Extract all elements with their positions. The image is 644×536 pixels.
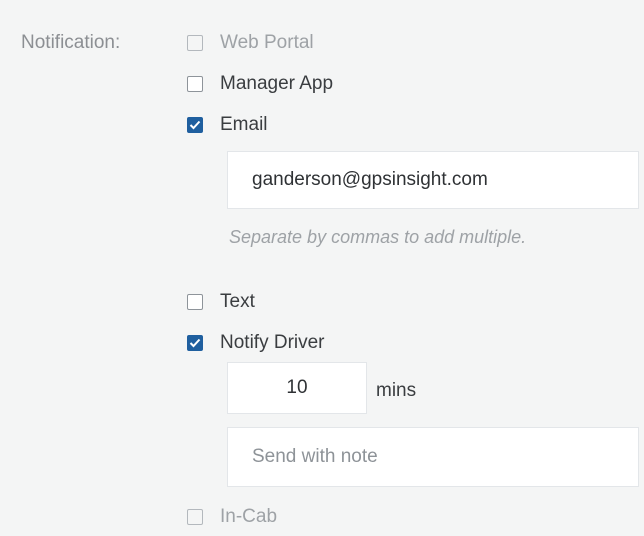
text-checkbox[interactable] xyxy=(187,294,203,310)
minutes-unit-label: mins xyxy=(376,380,417,401)
email-input-value: ganderson@gpsinsight.com xyxy=(252,169,488,190)
web-portal-checkbox[interactable] xyxy=(187,35,203,51)
option-email[interactable]: Email xyxy=(187,111,268,139)
manager-app-label: Manager App xyxy=(220,73,334,94)
minutes-input[interactable]: 10 xyxy=(227,362,367,414)
option-text[interactable]: Text xyxy=(187,288,255,316)
check-icon xyxy=(189,120,201,130)
email-helper-text: Separate by commas to add multiple. xyxy=(229,227,527,247)
in-cab-checkbox[interactable] xyxy=(187,509,203,525)
minutes-input-value: 10 xyxy=(286,377,308,398)
web-portal-label: Web Portal xyxy=(220,32,314,53)
option-manager-app[interactable]: Manager App xyxy=(187,70,333,98)
option-in-cab[interactable]: In-Cab xyxy=(187,503,277,531)
text-label: Text xyxy=(220,291,255,312)
manager-app-checkbox[interactable] xyxy=(187,76,203,92)
in-cab-label: In-Cab xyxy=(220,506,278,527)
email-checkbox[interactable] xyxy=(187,117,203,133)
email-input[interactable]: ganderson@gpsinsight.com xyxy=(227,151,639,209)
option-notify-driver[interactable]: Notify Driver xyxy=(187,329,325,357)
send-note-placeholder: Send with note xyxy=(252,446,378,467)
option-web-portal[interactable]: Web Portal xyxy=(187,29,314,57)
notification-label: Notification: xyxy=(21,32,121,53)
check-icon xyxy=(189,338,201,348)
email-label: Email xyxy=(220,114,268,135)
notify-driver-checkbox[interactable] xyxy=(187,335,203,351)
notify-driver-label: Notify Driver xyxy=(220,332,325,353)
send-note-input[interactable]: Send with note xyxy=(227,427,639,487)
